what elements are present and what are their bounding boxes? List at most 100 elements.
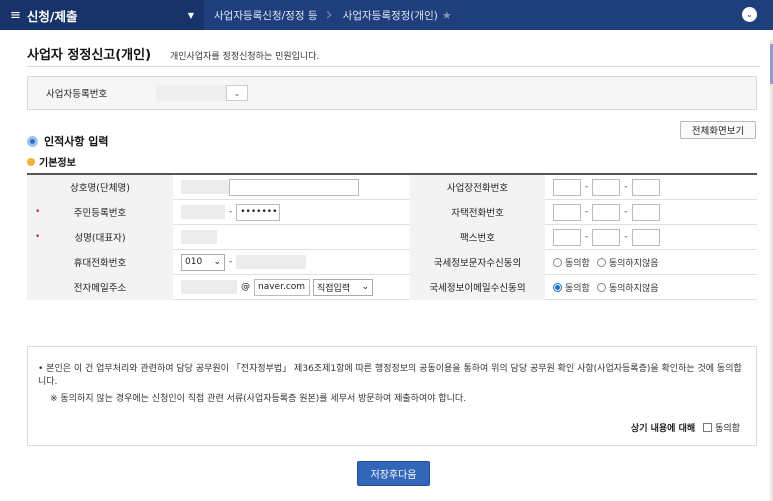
main-menu-dropdown[interactable]: ≡ 신청/제출 ▼: [0, 0, 204, 30]
form-row: 상호명(단체명) 사업장전화번호 - -: [27, 174, 757, 200]
consent-checkbox[interactable]: [703, 423, 713, 432]
email-local-masked: [181, 280, 237, 294]
fax-part2[interactable]: [592, 228, 621, 246]
sms-disagree-radio[interactable]: 동의하지않음: [596, 256, 659, 269]
sms-disagree-label: 동의하지않음: [608, 258, 659, 269]
consent-box: • 본인은 이 건 업무처리와 관련하여 담당 공무원이 「전자정부법」 제36…: [27, 346, 757, 446]
trade-name-cell: [173, 175, 410, 200]
consent-agree-label: 상기 내용에 대해: [630, 424, 696, 434]
biz-phone-part2[interactable]: [592, 178, 621, 196]
chevron-down-icon[interactable]: ⌄: [742, 7, 757, 22]
subsection-bullet-icon: [27, 157, 35, 166]
section-personal-info: 인적사항 입력: [27, 133, 109, 149]
home-phone-part2[interactable]: [592, 203, 621, 221]
menu-title: 신청/제출: [26, 8, 78, 24]
fax-part1[interactable]: [553, 228, 581, 246]
section-personal-title: 인적사항 입력: [44, 135, 109, 148]
business-number-dropdown[interactable]: ⌄: [226, 85, 248, 101]
email-domain-select[interactable]: 직접입력 ⌄: [313, 278, 373, 296]
page-title: 사업자 정정신고(개인): [27, 48, 152, 63]
chevron-down-icon: ⌄: [213, 257, 221, 267]
required-mark: •: [35, 207, 41, 217]
consent-note: ※ 동의하지 않는 경우에는 신청인이 직접 관련 서류(사업자등록증 원본)를…: [50, 394, 467, 404]
home-phone-part1[interactable]: [553, 203, 581, 221]
at-sign: @: [241, 282, 250, 292]
fax-part3[interactable]: [631, 228, 660, 246]
resident-no-front-masked: [181, 205, 225, 219]
trade-name-label: 상호명(단체명): [27, 174, 173, 200]
sms-consent-cell: 동의함 동의하지않음: [545, 250, 757, 275]
mobile-number-masked: [236, 255, 307, 269]
divider: [27, 66, 760, 67]
biz-phone-label: 사업장전화번호: [410, 174, 545, 200]
fax-cell: - -: [545, 225, 757, 250]
chevron-right-icon: ›: [325, 4, 333, 25]
breadcrumb-item-correction[interactable]: 사업자등록정정(개인): [343, 8, 438, 23]
home-phone-part3[interactable]: [631, 203, 660, 221]
email-domain-input[interactable]: naver.com: [254, 278, 310, 296]
caret-down-icon: ▼: [187, 10, 194, 20]
email-agree-label: 동의함: [565, 283, 590, 294]
trade-name-masked: [181, 180, 229, 194]
business-number-label: 사업자등록번호: [46, 89, 108, 100]
star-icon[interactable]: ★: [442, 9, 452, 22]
email-disagree-label: 동의하지않음: [608, 283, 659, 294]
business-number-value: [156, 85, 226, 101]
basic-info-form: 상호명(단체명) 사업장전화번호 - - • 주민등록번호 - ••••••• 자…: [27, 173, 757, 300]
resident-no-back-input[interactable]: •••••••: [236, 203, 281, 221]
radio-icon: [596, 282, 606, 292]
form-row: • 주민등록번호 - ••••••• 자택전화번호 - -: [27, 199, 757, 225]
dash-separator: -: [585, 232, 589, 242]
resident-no-label: • 주민등록번호: [27, 199, 173, 225]
consent-text: • 본인은 이 건 업무처리와 관련하여 담당 공무원이 「전자정부법」 제36…: [38, 364, 742, 387]
mobile-label: 휴대전화번호: [27, 249, 173, 275]
email-disagree-radio[interactable]: 동의하지않음: [596, 281, 659, 294]
form-row: 전자메일주소 @ naver.com 직접입력 ⌄ 국세정보이메일수신동의 동의함…: [27, 274, 757, 300]
radio-icon: [596, 257, 606, 267]
dash-separator: -: [229, 207, 233, 217]
sms-agree-label: 동의함: [565, 258, 590, 269]
form-row: 휴대전화번호 010 ⌄ - 국세정보문자수신동의 동의함 동의하지않음: [27, 249, 757, 275]
form-row: • 성명(대표자) 팩스번호 - -: [27, 224, 757, 250]
biz-phone-part3[interactable]: [631, 178, 660, 196]
trade-name-input[interactable]: [229, 178, 359, 196]
mobile-cell: 010 ⌄ -: [173, 250, 410, 275]
dash-separator: -: [585, 182, 589, 192]
dash-separator: -: [624, 232, 628, 242]
home-phone-label: 자택전화번호: [410, 199, 545, 225]
dash-separator: -: [624, 207, 628, 217]
radio-selected-icon: [553, 282, 562, 292]
email-cell: @ naver.com 직접입력 ⌄: [173, 275, 410, 300]
name-label-text: 성명(대표자): [74, 233, 126, 244]
resident-no-label-text: 주민등록번호: [73, 208, 127, 219]
email-select-value: 직접입력: [317, 283, 351, 294]
mobile-prefix-value: 010: [185, 257, 203, 267]
top-navigation-bar: ≡ 신청/제출 ▼ 사업자등록신청/정정 등 › 사업자등록정정(개인) ★ ⌄: [0, 0, 773, 30]
consent-agree-row: 상기 내용에 대해 동의함: [631, 421, 740, 434]
dash-separator: -: [229, 257, 233, 267]
name-masked: [181, 230, 217, 244]
biz-phone-part1[interactable]: [553, 178, 581, 196]
page-description: 개인사업자를 정정신청하는 민원입니다.: [170, 52, 320, 62]
name-cell: [173, 225, 410, 250]
biz-phone-cell: - -: [545, 175, 757, 200]
section-basic-info: 기본정보: [27, 154, 76, 169]
business-number-box: 사업자등록번호 ⌄: [27, 76, 757, 110]
save-next-button[interactable]: 저장후다음: [357, 461, 430, 486]
name-label: • 성명(대표자): [27, 224, 173, 250]
dash-separator: -: [624, 182, 628, 192]
mobile-prefix-select[interactable]: 010 ⌄: [181, 253, 225, 271]
required-mark: •: [35, 232, 41, 242]
sms-agree-radio[interactable]: 동의함: [553, 256, 590, 269]
consent-checkbox-label[interactable]: 동의함: [715, 421, 740, 434]
radio-icon: [553, 257, 562, 267]
fullscreen-view-button[interactable]: 전체화면보기: [680, 121, 756, 139]
resident-no-cell: - •••••••: [173, 200, 410, 225]
email-label: 전자메일주소: [27, 274, 173, 300]
trade-name-label-text: 상호명(단체명): [70, 183, 130, 194]
breadcrumb-item-register[interactable]: 사업자등록신청/정정 등: [214, 8, 317, 23]
home-phone-cell: - -: [545, 200, 757, 225]
email-agree-radio[interactable]: 동의함: [553, 281, 590, 294]
dash-separator: -: [585, 207, 589, 217]
email-consent-label: 국세정보이메일수신동의: [410, 274, 545, 300]
